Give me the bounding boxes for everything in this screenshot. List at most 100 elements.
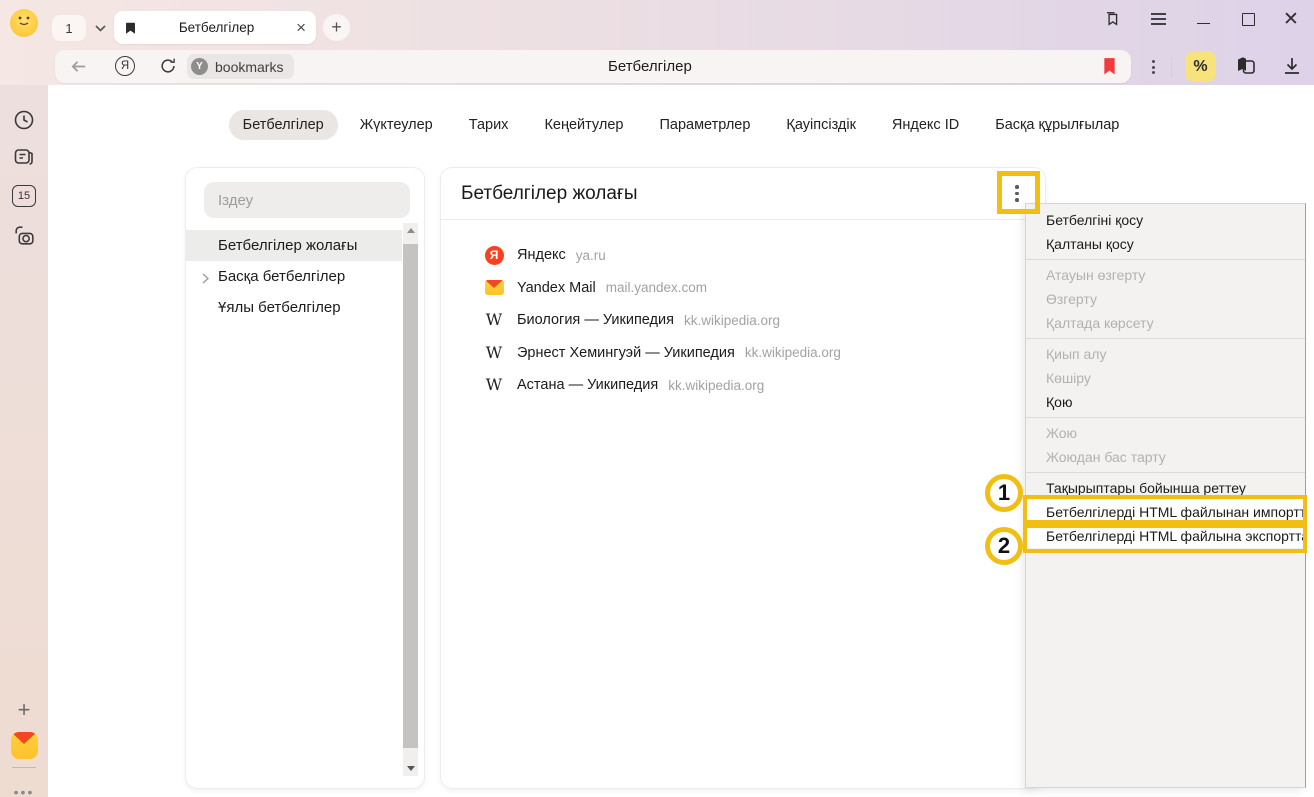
annotation-step-2: 2: [985, 527, 1023, 565]
new-tab-button[interactable]: +: [323, 14, 350, 41]
site-favicon: Y: [191, 58, 208, 75]
screenshot-rail-button[interactable]: [0, 218, 48, 252]
bookmark-row[interactable]: Yandex Mail mail.yandex.com: [441, 272, 1045, 305]
nav-tab-settings[interactable]: Параметрлер: [645, 110, 764, 140]
menu-divider: [1026, 338, 1305, 339]
menu-item-edit: Өзгерту: [1026, 287, 1305, 311]
nav-tab-other-devices[interactable]: Басқа құрылғылар: [981, 110, 1133, 140]
address-text: bookmarks: [215, 59, 283, 75]
nav-tab-yandex-id[interactable]: Яндекс ID: [878, 110, 973, 140]
bookmark-title: Яндекс: [517, 247, 566, 263]
menu-item-copy: Көшіру: [1026, 366, 1305, 390]
menu-item-delete: Жою: [1026, 421, 1305, 445]
bookmarks-panel: Бетбелгілер жолағы Я Яндекс ya.ru Yandex…: [440, 167, 1046, 789]
scroll-down-icon[interactable]: [407, 766, 415, 771]
minimize-icon: [1197, 23, 1210, 24]
folder-item-other-bookmarks[interactable]: Басқа бетбелгілер: [186, 261, 402, 292]
browser-menu-button[interactable]: [1145, 6, 1171, 32]
minimize-button[interactable]: [1190, 6, 1216, 32]
collections-button[interactable]: [1234, 54, 1258, 83]
scroll-up-icon[interactable]: [407, 228, 415, 233]
side-rail: 15 + •••: [0, 85, 48, 797]
nav-tab-history[interactable]: Тарих: [455, 110, 523, 140]
bookmark-flag-button[interactable]: [1102, 57, 1117, 81]
menu-item-show-in-folder: Қалтада көрсету: [1026, 311, 1305, 335]
bookmark-url: kk.wikipedia.org: [684, 313, 780, 328]
address-bar[interactable]: Я Y bookmarks Бетбелгілер: [55, 50, 1131, 83]
calendar-rail-button[interactable]: 15: [0, 179, 48, 213]
bookmark-row[interactable]: W Эрнест Хемингуэй — Уикипедия kk.wikipe…: [441, 337, 1045, 370]
profile-avatar[interactable]: [10, 9, 38, 37]
mail-rail-button[interactable]: [0, 728, 48, 762]
nav-tab-downloads[interactable]: Жүктеулер: [346, 110, 447, 140]
notes-rail-button[interactable]: [0, 140, 48, 174]
wikipedia-favicon: W: [486, 345, 502, 361]
toolbar-more-button[interactable]: [1145, 55, 1161, 79]
bookmark-title: Биология — Уикипедия: [517, 312, 674, 328]
mail-favicon: [485, 280, 504, 295]
maximize-icon: [1242, 13, 1255, 26]
menu-divider: [1026, 417, 1305, 418]
scrollbar-thumb[interactable]: [403, 244, 418, 748]
page-title: Бетбелгілер: [608, 58, 692, 75]
menu-item-paste[interactable]: Қою: [1026, 390, 1305, 414]
clock-icon: [12, 108, 36, 132]
maximize-button[interactable]: [1235, 6, 1261, 32]
bookmark-title: Yandex Mail: [517, 280, 596, 296]
wikipedia-favicon: W: [486, 312, 502, 328]
wikipedia-favicon: W: [486, 377, 502, 393]
site-badge[interactable]: Y bookmarks: [187, 54, 294, 79]
folders-scrollbar[interactable]: [403, 223, 418, 776]
tab-close-button[interactable]: ×: [296, 19, 306, 36]
folder-label: Басқа бетбелгілер: [218, 268, 345, 285]
yandex-favicon: Я: [485, 246, 504, 265]
tab-group-counter[interactable]: 1: [52, 15, 86, 41]
bookmarks-header: Бетбелгілер жолағы: [441, 168, 1045, 220]
history-rail-button[interactable]: [0, 103, 48, 137]
bookmarks-more-button[interactable]: [1003, 180, 1031, 208]
bookmark-row[interactable]: W Биология — Уикипедия kk.wikipedia.org: [441, 304, 1045, 337]
rail-add-button[interactable]: +: [0, 693, 48, 727]
discount-extension-button[interactable]: %: [1185, 51, 1216, 82]
folder-label: Бетбелгілер жолағы: [218, 237, 357, 254]
bookmark-url: ya.ru: [576, 248, 606, 263]
folder-item-bookmarks-bar[interactable]: Бетбелгілер жолағы: [186, 230, 402, 261]
bookmarks-panel-button[interactable]: [1099, 6, 1125, 32]
menu-item-rename: Атауын өзгерту: [1026, 263, 1305, 287]
bookmarks-title: Бетбелгілер жолағы: [461, 183, 1003, 205]
folder-item-mobile-bookmarks[interactable]: Ұялы бетбелгілер: [186, 292, 402, 323]
yandex-search-button[interactable]: Я: [115, 56, 135, 76]
search-box[interactable]: [204, 182, 410, 218]
back-button[interactable]: [69, 57, 88, 81]
rail-more-button[interactable]: •••: [0, 775, 48, 797]
chevron-right-icon[interactable]: [202, 271, 209, 288]
bookmark-title: Астана — Уикипедия: [517, 377, 658, 393]
menu-item-add-bookmark[interactable]: Бетбелгіні қосу: [1026, 208, 1305, 232]
avatar-face-icon: [16, 15, 32, 27]
tab-title: Бетбелгілер: [137, 20, 296, 35]
settings-nav: Бетбелгілер Жүктеулер Тарих Кеңейтулер П…: [48, 110, 1314, 140]
tab-group-chevron-button[interactable]: [88, 15, 112, 41]
bookmarks-panel-icon: [1102, 9, 1122, 29]
downloads-button[interactable]: [1280, 54, 1304, 83]
bookmark-row[interactable]: Я Яндекс ya.ru: [441, 239, 1045, 272]
browser-tab[interactable]: Бетбелгілер ×: [114, 11, 316, 44]
menu-item-add-folder[interactable]: Қалтаны қосу: [1026, 232, 1305, 256]
bookmark-tab-icon: [124, 21, 137, 35]
nav-tab-bookmarks[interactable]: Бетбелгілер: [229, 110, 338, 140]
annotation-step-1: 1: [985, 474, 1023, 512]
collections-icon: [1234, 54, 1258, 78]
folders-panel: Бетбелгілер жолағы Басқа бетбелгілер Ұял…: [185, 167, 425, 789]
rail-divider: [12, 767, 36, 768]
annotation-import-highlight: [1023, 495, 1307, 524]
nav-tab-security[interactable]: Қауіпсіздік: [772, 110, 870, 140]
reload-button[interactable]: [159, 57, 177, 80]
window-close-button[interactable]: ✕: [1278, 6, 1304, 32]
search-input[interactable]: [216, 191, 398, 210]
annotation-export-highlight: [1023, 524, 1307, 553]
bookmark-url: kk.wikipedia.org: [668, 378, 764, 393]
bookmark-row[interactable]: W Астана — Уикипедия kk.wikipedia.org: [441, 369, 1045, 402]
nav-tab-extensions[interactable]: Кеңейтулер: [530, 110, 637, 140]
bookmark-title: Эрнест Хемингуэй — Уикипедия: [517, 345, 735, 361]
browser-window: 1 Бетбелгілер × + ✕: [0, 0, 1314, 797]
